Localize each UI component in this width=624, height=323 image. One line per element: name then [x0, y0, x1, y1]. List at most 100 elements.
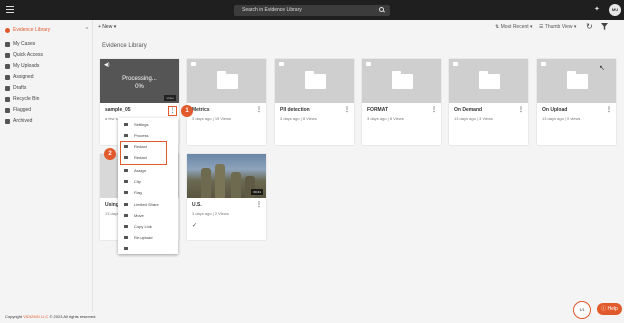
footer-prefix: Copyright: [5, 314, 23, 319]
menu-item-label: Copy Link: [134, 224, 152, 229]
more-options-icon[interactable]: ⋮: [256, 201, 262, 208]
menu-item-move[interactable]: Move: [118, 211, 178, 220]
card-title[interactable]: Using: [105, 202, 119, 208]
card-title[interactable]: U.S.: [192, 202, 202, 208]
thumbnail-figure: [231, 172, 241, 198]
sidebar-item-my-uploads[interactable]: My Uploads: [4, 62, 92, 71]
card-meta: 3 days ago | 2 Views: [192, 211, 229, 216]
folder-card-on-demand[interactable]: On Demand 13 days ago | 3 Views ⋮: [449, 59, 528, 145]
media-card-us[interactable]: 00:41 U.S. 3 days ago | 2 Views ⋮ ✓: [187, 154, 266, 240]
menu-item-label: Move: [134, 213, 144, 218]
search-placeholder: Search in Evidence Library: [242, 7, 302, 13]
card-thumbnail[interactable]: [275, 59, 354, 103]
callout-1: 1: [181, 105, 193, 117]
card-thumbnail[interactable]: [449, 59, 528, 103]
video-thumbnail[interactable]: 00:41: [187, 154, 266, 198]
menu-item-limited-share[interactable]: Limited Share: [118, 200, 178, 209]
folder-type-icon: [541, 62, 546, 66]
clip-icon: [124, 180, 128, 183]
sidebar-item-evidence-library[interactable]: Evidence Library ^: [4, 26, 92, 35]
more-options-icon[interactable]: ⋮: [344, 106, 350, 113]
card-title[interactable]: On Demand: [454, 107, 482, 113]
folder-type-icon: [191, 62, 196, 66]
sidebar-item-drafts[interactable]: Drafts: [4, 84, 92, 93]
sidebar-item-label: Quick Access: [13, 52, 44, 58]
main-toolbar: + New ▾ ⇅ Most Recent ▾ ☰ Thumb View ▾ ↻: [93, 20, 624, 36]
folder-type-icon: [279, 62, 284, 66]
draft-icon: [5, 86, 10, 91]
new-button-label: + New: [98, 24, 113, 30]
folder-icon: [479, 71, 500, 89]
menu-item-flag[interactable]: Flag: [118, 188, 178, 197]
help-button[interactable]: ⓘ Help: [597, 303, 622, 315]
hamburger-menu-icon[interactable]: [6, 6, 14, 13]
view-select[interactable]: ☰ Thumb View ▾: [539, 24, 576, 30]
mouse-cursor-icon: ↖: [599, 65, 605, 72]
refresh-icon[interactable]: ↻: [586, 22, 593, 31]
sidebar-item-label: Drafts: [13, 85, 27, 91]
menu-item-label: Settings: [134, 122, 149, 127]
notification-icon[interactable]: ✦: [594, 5, 600, 13]
folder-type-icon: [453, 62, 458, 66]
process-icon: [124, 134, 128, 137]
new-button[interactable]: + New ▾: [98, 24, 116, 30]
card-title[interactable]: sample_05: [105, 107, 131, 113]
folder-card-pii-detection[interactable]: PII detection 3 days ago | 8 Views ⋮: [275, 59, 354, 145]
footer-brand-link[interactable]: VIDIZMO LLC: [23, 314, 48, 319]
card-title[interactable]: FORMAT: [367, 107, 388, 113]
card-title[interactable]: Metrics: [192, 107, 210, 113]
card-title[interactable]: PII detection: [280, 107, 310, 113]
card-title[interactable]: On Upload: [542, 107, 567, 113]
menu-item-label: Assign: [134, 168, 147, 173]
assign-icon: [124, 169, 128, 172]
card-meta: 13 days: [105, 211, 120, 216]
card-thumbnail[interactable]: [362, 59, 441, 103]
sidebar-item-recycle-bin[interactable]: Recycle Bin: [4, 95, 92, 104]
search-icon[interactable]: [379, 7, 384, 12]
folder-card-format[interactable]: FORMAT 3 days ago | 8 Views ⋮: [362, 59, 441, 145]
sidebar-item-assigned[interactable]: Assigned: [4, 73, 92, 82]
filter-icon[interactable]: [601, 23, 608, 30]
menu-item-more[interactable]: [118, 244, 178, 253]
settings-icon: [124, 123, 128, 126]
card-thumbnail[interactable]: [187, 59, 266, 103]
sidebar-item-my-cases[interactable]: My Cases: [4, 40, 92, 49]
pagination-indicator[interactable]: 1/1: [573, 301, 591, 319]
more-options-icon[interactable]: ⋮: [431, 106, 437, 113]
library-icon: [5, 28, 10, 33]
menu-item-copy-link[interactable]: Copy Link: [118, 222, 178, 231]
menu-item-re-upload[interactable]: Re-upload: [118, 233, 178, 242]
flag-icon: [5, 108, 10, 113]
share-icon: [124, 203, 128, 206]
more-options-icon[interactable]: ⋮: [518, 106, 524, 113]
processing-status: Processing... 0%: [100, 75, 179, 91]
menu-item-settings[interactable]: Settings: [118, 120, 178, 129]
menu-item-label: Clip: [134, 179, 141, 184]
more-options-icon[interactable]: ⋮: [606, 106, 612, 113]
folder-card-metrics[interactable]: Metrics 3 days ago | 19 Views ⋮: [187, 59, 266, 145]
avatar[interactable]: MU: [609, 4, 621, 16]
more-options-icon[interactable]: ⋮: [256, 106, 262, 113]
folder-type-icon: [366, 62, 371, 66]
media-type-badge: Video: [164, 95, 176, 101]
sort-select[interactable]: ⇅ Most Recent ▾: [495, 24, 533, 30]
search-input[interactable]: Search in Evidence Library: [234, 5, 390, 16]
menu-item-assign[interactable]: Assign: [118, 166, 178, 175]
folder-icon: [392, 71, 413, 89]
thumbnail-figure: [201, 168, 211, 198]
menu-item-clip[interactable]: Clip: [118, 177, 178, 186]
check-icon: ✓: [192, 223, 198, 229]
sidebar-item-flagged[interactable]: Flagged: [4, 106, 92, 115]
page-title: Evidence Library: [102, 43, 147, 49]
card-thumbnail[interactable]: ◀) Processing... 0% Video: [100, 59, 179, 103]
more-options-icon[interactable]: ⋮: [168, 106, 177, 116]
menu-item-process[interactable]: Process: [118, 131, 178, 140]
processing-percent: 0%: [135, 84, 144, 90]
footer: Copyright VIDIZMO LLC © 2023 All rights …: [5, 314, 96, 319]
assigned-icon: [5, 75, 10, 80]
processing-text: Processing...: [122, 76, 157, 82]
card-meta: 3 days ago | 8 Views: [367, 116, 404, 121]
chevron-up-icon[interactable]: ^: [86, 26, 88, 35]
sidebar-item-quick-access[interactable]: Quick Access: [4, 51, 92, 60]
sidebar-item-archived[interactable]: Archived: [4, 117, 92, 126]
